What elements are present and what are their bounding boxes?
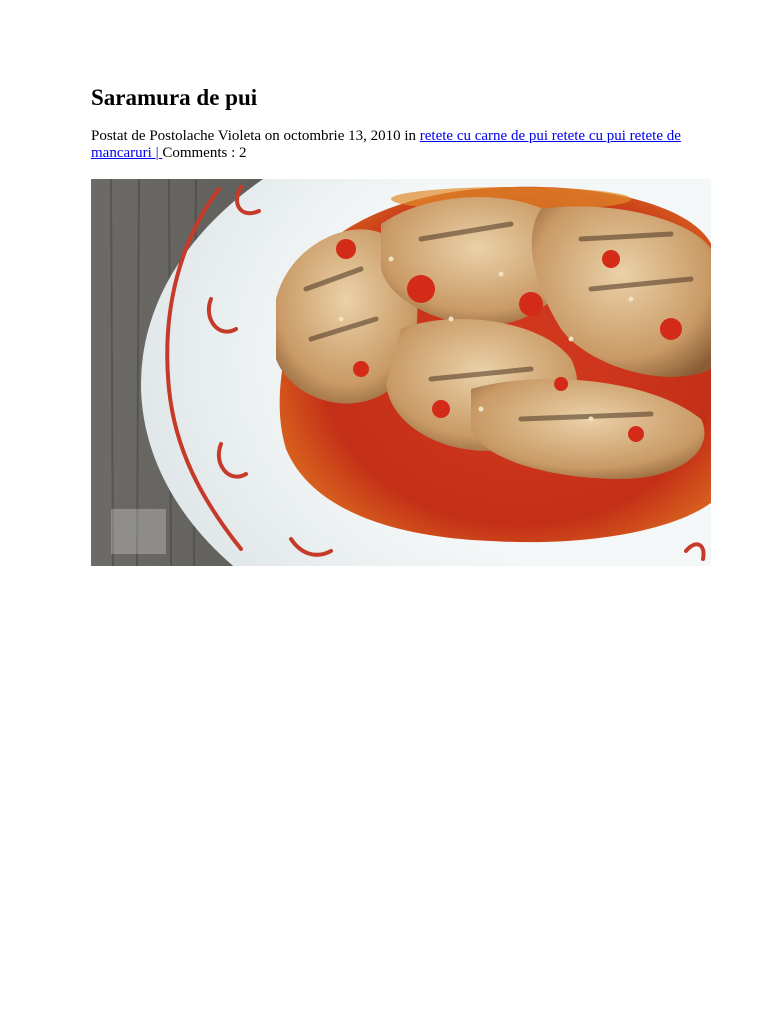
comments-count: Comments : 2 [162, 144, 247, 161]
photo-watermark [111, 509, 166, 554]
meta-author-date: Postat de Postolache Violeta on octombri… [91, 128, 420, 144]
category-link-pui[interactable]: retete cu carne de pui retete cu pui [420, 128, 630, 144]
post-meta: Postat de Postolache Violeta on octombri… [91, 128, 681, 161]
food-photo [91, 179, 711, 566]
document-page: Saramura de pui Postat de Postolache Vio… [0, 0, 768, 1024]
post-title: Saramura de pui [91, 85, 258, 110]
